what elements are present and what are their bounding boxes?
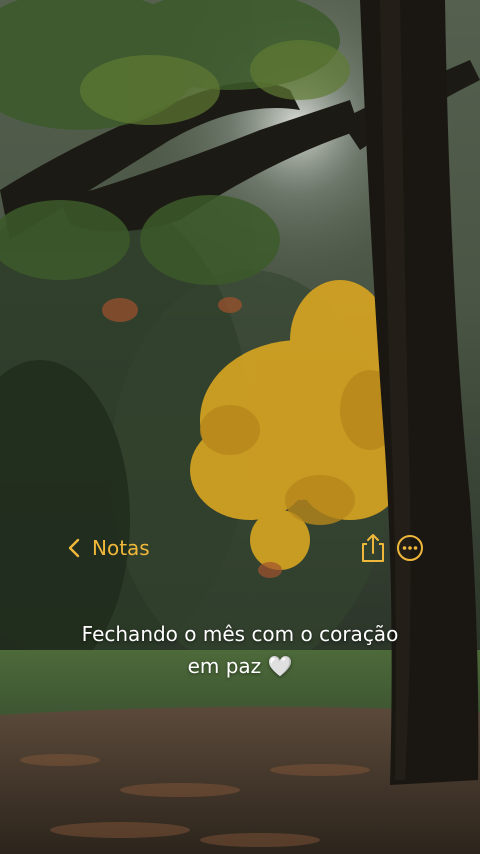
note-line-1: Fechando o mês com o coração <box>81 622 399 646</box>
notes-navbar: Notas <box>0 528 480 568</box>
ellipsis-circle-icon[interactable] <box>396 534 424 562</box>
chevron-left-icon <box>68 538 80 558</box>
note-line-2: em paz 🤍 <box>40 650 440 682</box>
note-line-2-text: em paz <box>187 654 262 678</box>
back-button[interactable]: Notas <box>64 532 150 564</box>
background-photo <box>0 0 480 854</box>
back-label: Notas <box>92 536 150 560</box>
share-icon[interactable] <box>358 532 388 564</box>
note-body[interactable]: Fechando o mês com o coração em paz 🤍 <box>40 618 440 682</box>
white-heart-emoji: 🤍 <box>267 654 293 678</box>
